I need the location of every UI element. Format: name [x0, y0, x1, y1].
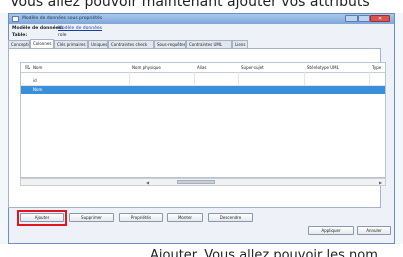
window-title: Modèle de données sous propriétés [22, 16, 103, 21]
window-icon [12, 16, 19, 22]
table-row[interactable]: id [21, 77, 385, 85]
column-header-type[interactable]: Type [372, 65, 381, 70]
move-up-button[interactable]: Monter [167, 213, 203, 222]
tab-colonnes[interactable]: Colonnes [30, 39, 54, 48]
maximize-button[interactable] [358, 15, 370, 22]
tab-liens[interactable]: Liens [232, 40, 248, 48]
apply-button[interactable]: Appliquer [308, 226, 354, 235]
table-label: Table: [12, 33, 28, 38]
scrollbar-thumb[interactable] [177, 180, 215, 184]
cell-nom: Nom [33, 87, 43, 92]
cancel-button[interactable]: Annuler [357, 226, 391, 235]
column-header-super-sujet[interactable]: Super-sujet [241, 65, 264, 70]
cell-nom: id [33, 78, 37, 83]
domain-link[interactable]: Modèle de données [58, 26, 102, 31]
add-button-highlight [17, 210, 67, 226]
background-text-bottom: Ajouter. Vous allez pouvoir les nom [0, 244, 403, 257]
scroll-right-icon[interactable]: ▶ [379, 180, 382, 185]
tab-cles-primaires[interactable]: Clés primaires [54, 40, 88, 48]
column-header-alias[interactable]: Alias [197, 65, 207, 70]
column-header-stereotype-uml[interactable]: Stéréotype UML [307, 65, 339, 70]
table-row[interactable]: Nom [21, 86, 385, 94]
horizontal-scrollbar[interactable]: ◀ ▶ [20, 178, 386, 186]
tab-conception[interactable]: Conception [8, 40, 30, 48]
tab-contraintes-uml[interactable]: Contraintes UML [186, 40, 232, 48]
properties-button[interactable]: Propriétés [119, 213, 163, 222]
columns-grid: Nom Nom physique Alias Super-sujet Stéré… [20, 62, 386, 178]
sort-icon[interactable] [25, 65, 30, 70]
column-header-nom[interactable]: Nom [33, 65, 42, 70]
close-button[interactable] [370, 15, 390, 22]
scroll-left-icon[interactable]: ◀ [146, 180, 149, 185]
column-header-nom-physique[interactable]: Nom physique [132, 65, 161, 70]
table-value: role [58, 33, 67, 38]
background-text: Ajouter. Vous allez pouvoir les nom [150, 248, 378, 257]
tab-uniques[interactable]: Uniques [88, 40, 108, 48]
tab-sous-requetes[interactable]: Sous-requêtes [154, 40, 186, 48]
title-bar[interactable]: Modèle de données sous propriétés [9, 14, 394, 24]
delete-button[interactable]: Supprimer [69, 213, 114, 222]
background-text: Vous allez pouvoir maintenant ajouter vo… [10, 0, 370, 10]
minimize-button[interactable] [345, 15, 358, 22]
domain-label: Modèle de données: [12, 26, 64, 31]
tab-bar: Conception Colonnes Clés primaires Uniqu… [8, 39, 388, 48]
move-down-button[interactable]: Descendre [208, 213, 253, 222]
grid-header: Nom Nom physique Alias Super-sujet Stéré… [21, 63, 385, 73]
tab-contraintes-check[interactable]: Contraintes check [108, 40, 154, 48]
background-text-top: Vous allez pouvoir maintenant ajouter vo… [0, 0, 403, 13]
